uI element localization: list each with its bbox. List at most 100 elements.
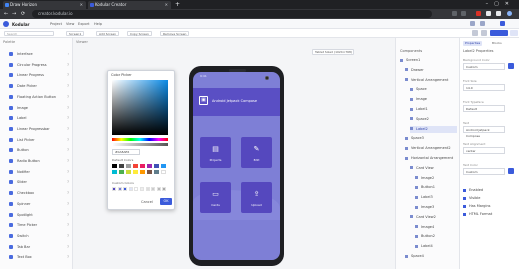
color-swatch[interactable] (161, 170, 166, 174)
back-button[interactable]: ← (4, 10, 8, 18)
tree-node[interactable]: Horizontal Arrangement (405, 155, 457, 162)
menu-project[interactable]: Project (50, 22, 62, 26)
color-swatch[interactable] (126, 164, 131, 168)
custom-color-swatch[interactable] (151, 187, 156, 191)
blocks-tab-button[interactable] (510, 30, 518, 36)
add-screen-button[interactable]: Add Screen (96, 31, 120, 36)
color-swatch[interactable] (161, 164, 166, 168)
tab-properties[interactable]: Properties (463, 41, 483, 46)
help-icon[interactable]: ? (67, 168, 69, 176)
close-tab-icon[interactable]: ✕ (80, 1, 83, 9)
screen-selector[interactable]: Screen1 (66, 31, 85, 36)
tree-node[interactable]: Image4 (415, 224, 457, 231)
color-swatch[interactable] (154, 164, 159, 168)
palette-item[interactable]: List Picker? (9, 136, 71, 144)
color-picker-button[interactable] (508, 63, 514, 69)
redo-icon[interactable] (480, 21, 485, 26)
help-icon[interactable]: ? (67, 104, 69, 112)
palette-item[interactable]: Notifier? (9, 168, 71, 176)
browser-tab[interactable]: Kodular Creator ✕ (88, 1, 171, 9)
browser-tab[interactable]: Draw Horizon ✕ (3, 1, 86, 9)
ok-button[interactable]: OK (160, 198, 172, 205)
color-swatch[interactable] (140, 164, 145, 168)
close-tab-icon[interactable]: ✕ (165, 1, 168, 9)
menu-export[interactable]: Export (78, 22, 89, 26)
color-swatch[interactable] (112, 164, 117, 168)
tree-node[interactable]: Card View2 (410, 214, 457, 221)
card-edit[interactable]: ✎ Edit (241, 137, 272, 168)
custom-color-swatch[interactable] (117, 187, 122, 191)
checkbox-icon[interactable] (463, 204, 466, 208)
custom-color-swatch[interactable] (123, 187, 128, 191)
tree-node[interactable]: Vertical Arrangement2 (405, 145, 457, 152)
custom-color-swatch[interactable] (156, 187, 161, 191)
property-input[interactable]: Custom (463, 63, 505, 70)
palette-item[interactable]: Spinner? (9, 200, 71, 208)
card-projects[interactable]: ▤ Projects (200, 137, 231, 168)
property-input[interactable]: Android Jetpack Compose (463, 126, 505, 138)
help-icon[interactable]: ? (67, 114, 69, 122)
palette-item[interactable]: Tab Bar? (9, 243, 71, 251)
help-icon[interactable]: ? (67, 200, 69, 208)
palette-item[interactable]: Switch? (9, 232, 71, 240)
tree-node[interactable]: Space4 (405, 253, 457, 260)
help-icon[interactable]: ? (67, 71, 69, 79)
palette-item[interactable]: Button? (9, 146, 71, 154)
cancel-button[interactable]: Cancel (141, 200, 153, 204)
palette-item[interactable]: Linear Progress? (9, 71, 71, 79)
tree-node[interactable]: Label1 (410, 106, 457, 113)
property-input[interactable]: Custom (463, 168, 505, 175)
tree-node[interactable]: Space (410, 86, 457, 93)
saturation-area[interactable] (112, 80, 168, 135)
tree-node[interactable]: Card View (410, 165, 457, 172)
reload-button[interactable]: ⟳ (21, 10, 25, 18)
profile-avatar[interactable] (507, 11, 512, 16)
card-cards[interactable]: ▭ Cards (200, 182, 231, 213)
help-icon[interactable]: ? (67, 189, 69, 197)
new-tab-button[interactable]: + (175, 0, 180, 9)
help-icon[interactable]: ? (67, 178, 69, 186)
color-swatch[interactable] (147, 164, 152, 168)
property-checkbox[interactable]: Has Margins (463, 204, 491, 208)
palette-item[interactable]: Circular Progress? (9, 61, 71, 69)
hex-input[interactable]: #0A8AE6 (112, 149, 140, 155)
tree-node[interactable]: Image3 (415, 204, 457, 211)
palette-item[interactable]: Floating Action Button? (9, 93, 71, 101)
palette-item[interactable]: Interface › (9, 50, 71, 58)
tab-blocks[interactable]: Blocks (490, 41, 504, 46)
help-icon[interactable]: ? (67, 136, 69, 144)
checkbox-icon[interactable] (463, 188, 466, 192)
color-swatch[interactable] (126, 170, 131, 174)
card-upload[interactable]: ⇪ Upload (241, 182, 272, 213)
palette-item[interactable]: Time Picker? (9, 221, 71, 229)
tree-node[interactable]: Drawer (405, 67, 457, 74)
app-icon[interactable]: ▣ (199, 96, 208, 105)
tree-node[interactable]: Label3 (415, 194, 457, 201)
checkbox-icon[interactable] (463, 212, 466, 216)
palette-item[interactable]: Image? (9, 104, 71, 112)
tree-node[interactable]: Space3 (405, 135, 457, 142)
custom-color-swatch[interactable] (162, 187, 167, 191)
tree-node[interactable]: Label2 (410, 125, 457, 133)
tree-node[interactable]: Button2 (415, 233, 457, 240)
property-input[interactable]: center (463, 147, 505, 154)
property-input[interactable]: Default (463, 105, 505, 112)
custom-color-swatch[interactable] (134, 187, 139, 191)
help-icon[interactable]: › (68, 50, 69, 58)
extension-icon[interactable] (461, 11, 466, 16)
palette-item[interactable]: Spotlight? (9, 211, 71, 219)
custom-color-swatch[interactable] (140, 187, 144, 191)
help-icon[interactable]: ? (67, 93, 69, 101)
help-icon[interactable]: ? (67, 61, 69, 69)
undo-icon[interactable] (470, 21, 475, 26)
remove-screen-button[interactable]: Remove Screen (160, 31, 190, 36)
blocks-mode-icon[interactable] (481, 30, 487, 36)
help-icon[interactable]: ? (67, 221, 69, 229)
help-icon[interactable]: ? (67, 253, 69, 261)
tree-node[interactable]: Image (410, 96, 457, 103)
alpha-slider[interactable] (112, 143, 168, 146)
property-input[interactable]: 14.0 (463, 84, 505, 91)
color-swatch[interactable] (112, 170, 117, 174)
help-icon[interactable]: ? (67, 82, 69, 90)
extension-icon[interactable] (476, 11, 481, 16)
